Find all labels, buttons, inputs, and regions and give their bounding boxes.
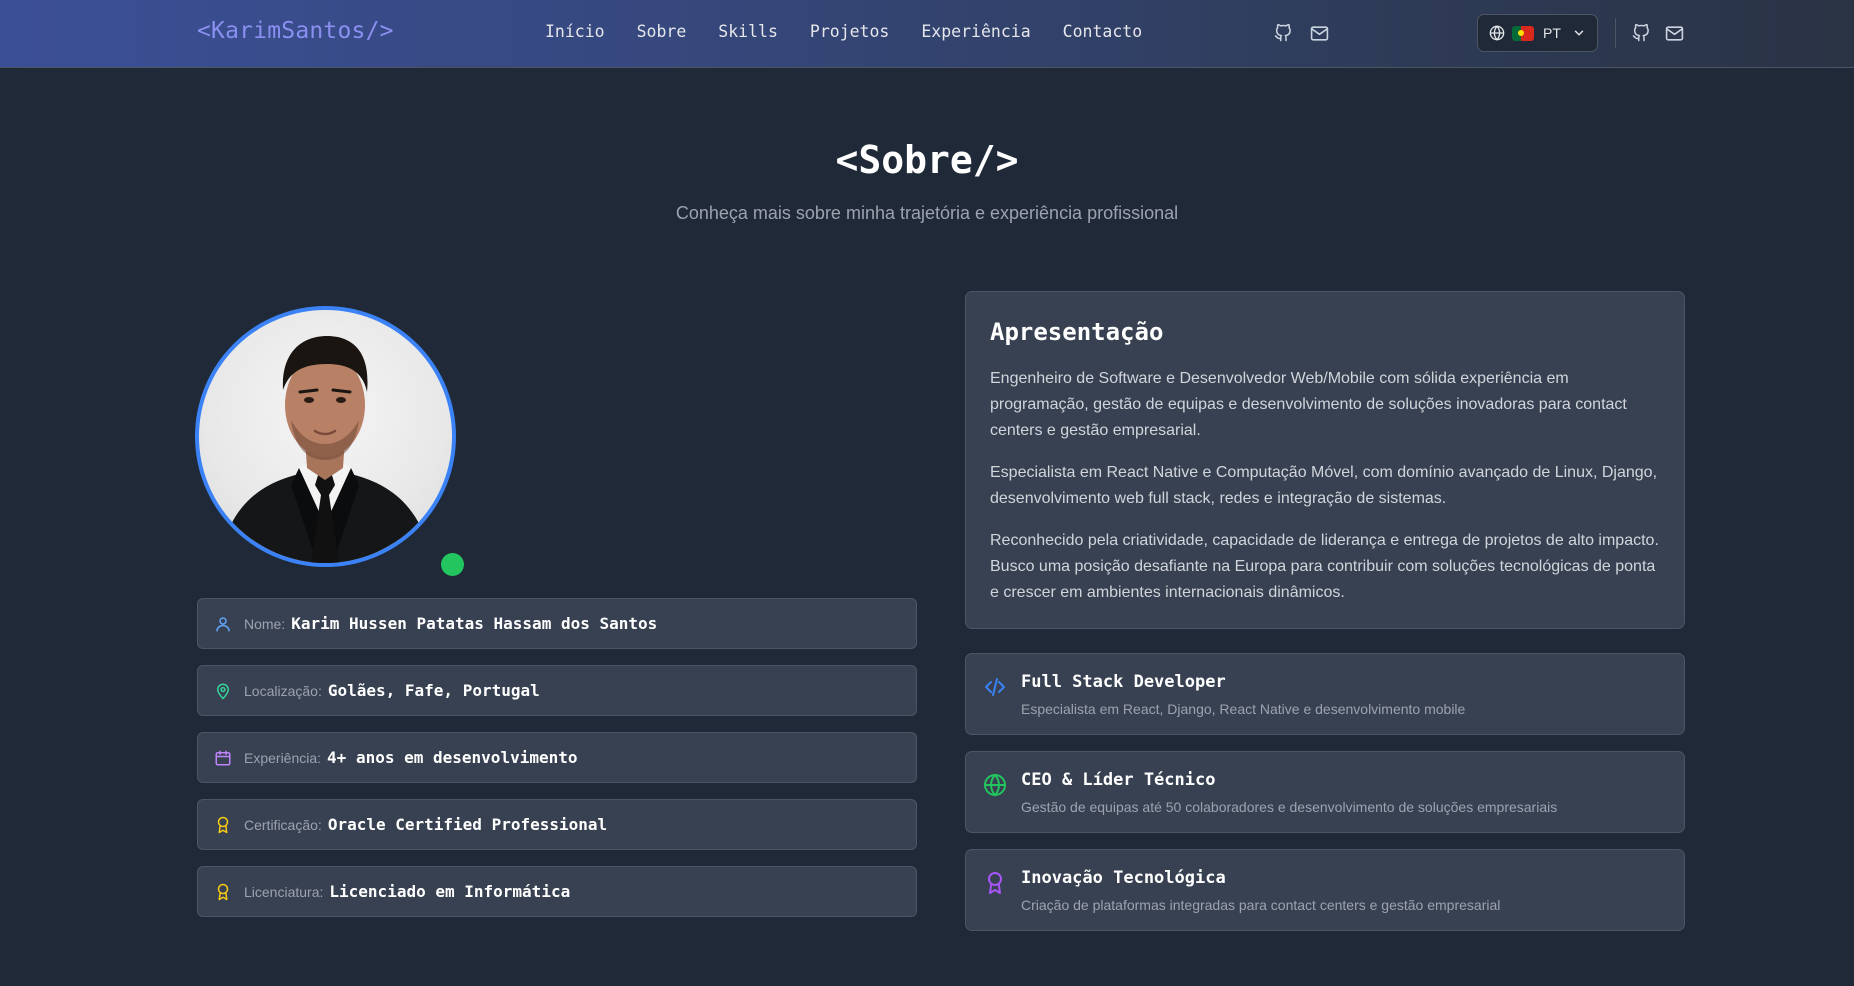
globe-icon (1489, 25, 1505, 41)
feature-description: Especialista em React, Django, React Nat… (1021, 701, 1466, 717)
presentation-paragraph: Reconhecido pela criatividade, capacidad… (990, 532, 1659, 601)
info-label: Certificação: (244, 816, 322, 833)
info-row-location: Localização: Golães, Fafe, Portugal (197, 665, 917, 716)
calendar-icon (212, 747, 234, 769)
info-label: Licenciatura: (244, 883, 324, 900)
mail-icon[interactable] (1308, 22, 1330, 44)
language-selector[interactable]: PT (1477, 14, 1598, 52)
portugal-flag-icon (1512, 25, 1534, 41)
presentation-card: Apresentação Engenheiro de Software e De… (965, 291, 1685, 629)
feature-card-ceo: CEO & Líder Técnico Gestão de equipas at… (965, 751, 1685, 833)
mail-icon[interactable] (1663, 22, 1685, 44)
top-navbar: <KarimSantos/> Início Sobre Skills Proje… (0, 0, 1854, 68)
language-code: PT (1543, 25, 1561, 41)
feature-title: Inovação Tecnológica (1021, 868, 1226, 888)
info-label: Localização: (244, 682, 322, 699)
globe-icon (982, 772, 1008, 798)
presentation-paragraph: Engenheiro de Software e Desenvolvedor W… (990, 370, 1627, 439)
github-icon[interactable] (1630, 22, 1652, 44)
nav-link-projetos[interactable]: Projetos (810, 22, 889, 41)
nav-link-skills[interactable]: Skills (718, 22, 778, 41)
nav-link-inicio[interactable]: Início (545, 22, 605, 41)
github-icon[interactable] (1272, 22, 1294, 44)
presentation-paragraph: Especialista em React Native e Computaçã… (990, 464, 1658, 507)
info-row-certification: Certificação: Oracle Certified Professio… (197, 799, 917, 850)
site-logo[interactable]: <KarimSantos/> (197, 18, 394, 44)
award-icon (212, 881, 234, 903)
info-row-degree: Licenciatura: Licenciado em Informática (197, 866, 917, 917)
code-icon (982, 674, 1008, 700)
info-value: 4+ anos em desenvolvimento (327, 748, 578, 767)
award-icon (982, 870, 1008, 896)
online-status-dot (441, 553, 464, 576)
feature-title: CEO & Líder Técnico (1021, 770, 1216, 790)
nav-link-experiencia[interactable]: Experiência (921, 22, 1030, 41)
nav-link-sobre[interactable]: Sobre (637, 22, 687, 41)
feature-description: Criação de plataformas integradas para c… (1021, 897, 1501, 913)
user-icon (212, 613, 234, 635)
info-value: Golães, Fafe, Portugal (327, 681, 540, 700)
chevron-down-icon (1572, 26, 1586, 40)
info-label: Nome: (244, 615, 286, 632)
award-icon (212, 814, 234, 836)
info-label: Experiência: (244, 749, 322, 766)
info-value: Karim Hussen Patatas Hassam dos Santos (291, 614, 658, 633)
feature-description: Gestão de equipas até 50 colaboradores e… (1021, 799, 1558, 815)
header-divider (1615, 18, 1616, 48)
presentation-title: Apresentação (990, 318, 1164, 346)
section-subtitle: Conheça mais sobre minha trajetória e ex… (675, 203, 1179, 223)
feature-card-fullstack: Full Stack Developer Especialista em Rea… (965, 653, 1685, 735)
info-value: Oracle Certified Professional (327, 815, 608, 834)
feature-card-innovation: Inovação Tecnológica Criação de platafor… (965, 849, 1685, 931)
profile-photo (195, 306, 456, 567)
feature-title: Full Stack Developer (1021, 672, 1226, 692)
section-title: <Sobre/> (835, 138, 1019, 182)
info-value: Licenciado em Informática (329, 882, 571, 901)
map-pin-icon (212, 680, 234, 702)
main-nav: Início Sobre Skills Projetos Experiência… (545, 22, 1174, 41)
info-row-experience: Experiência: 4+ anos em desenvolvimento (197, 732, 917, 783)
info-row-name: Nome: Karim Hussen Patatas Hassam dos Sa… (197, 598, 917, 649)
nav-link-contacto[interactable]: Contacto (1063, 22, 1142, 41)
